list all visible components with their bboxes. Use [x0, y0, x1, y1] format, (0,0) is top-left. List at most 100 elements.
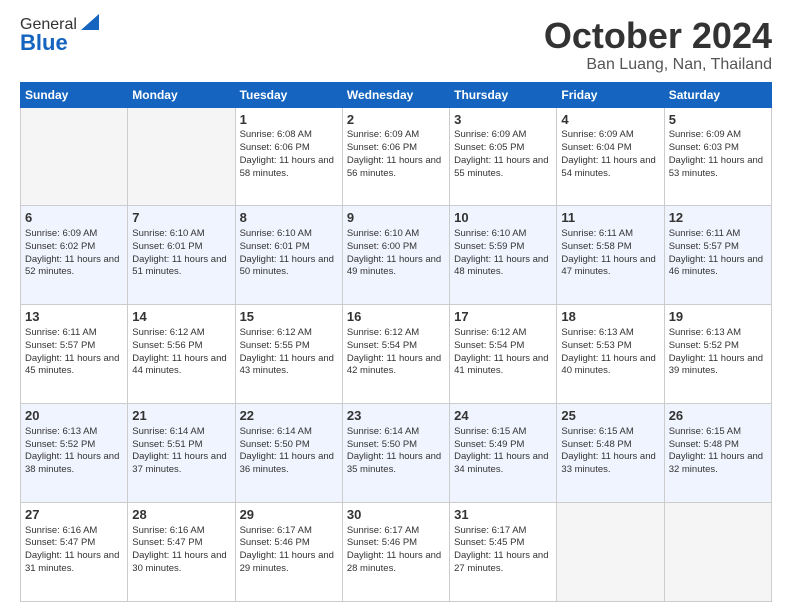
- calendar-cell: 11Sunrise: 6:11 AMSunset: 5:58 PMDayligh…: [557, 206, 664, 305]
- calendar-cell: 2Sunrise: 6:09 AMSunset: 6:06 PMDaylight…: [342, 107, 449, 206]
- day-number: 4: [561, 111, 659, 129]
- day-number: 24: [454, 407, 552, 425]
- calendar-cell: 6Sunrise: 6:09 AMSunset: 6:02 PMDaylight…: [21, 206, 128, 305]
- sun-info: Sunrise: 6:12 AMSunset: 5:54 PMDaylight:…: [347, 327, 445, 378]
- day-number: 15: [240, 308, 338, 326]
- calendar-cell: 10Sunrise: 6:10 AMSunset: 5:59 PMDayligh…: [450, 206, 557, 305]
- calendar-cell: 13Sunrise: 6:11 AMSunset: 5:57 PMDayligh…: [21, 305, 128, 404]
- day-number: 31: [454, 506, 552, 524]
- day-number: 8: [240, 209, 338, 227]
- calendar-body: 1Sunrise: 6:08 AMSunset: 6:06 PMDaylight…: [21, 107, 772, 601]
- day-number: 6: [25, 209, 123, 227]
- day-number: 26: [669, 407, 767, 425]
- calendar-cell: 5Sunrise: 6:09 AMSunset: 6:03 PMDaylight…: [664, 107, 771, 206]
- calendar-cell: 17Sunrise: 6:12 AMSunset: 5:54 PMDayligh…: [450, 305, 557, 404]
- day-number: 20: [25, 407, 123, 425]
- calendar-header: Sunday Monday Tuesday Wednesday Thursday…: [21, 82, 772, 107]
- header: General Blue October 2024 Ban Luang, Nan…: [20, 16, 772, 74]
- month-title: October 2024: [544, 16, 772, 56]
- header-wednesday: Wednesday: [342, 82, 449, 107]
- header-sunday: Sunday: [21, 82, 128, 107]
- header-monday: Monday: [128, 82, 235, 107]
- calendar-cell: 16Sunrise: 6:12 AMSunset: 5:54 PMDayligh…: [342, 305, 449, 404]
- calendar-cell: 14Sunrise: 6:12 AMSunset: 5:56 PMDayligh…: [128, 305, 235, 404]
- logo-icon: [79, 12, 101, 34]
- calendar-cell: 28Sunrise: 6:16 AMSunset: 5:47 PMDayligh…: [128, 503, 235, 602]
- day-number: 21: [132, 407, 230, 425]
- day-number: 19: [669, 308, 767, 326]
- sun-info: Sunrise: 6:09 AMSunset: 6:05 PMDaylight:…: [454, 129, 552, 180]
- header-saturday: Saturday: [664, 82, 771, 107]
- calendar-cell: 24Sunrise: 6:15 AMSunset: 5:49 PMDayligh…: [450, 404, 557, 503]
- day-number: 11: [561, 209, 659, 227]
- header-tuesday: Tuesday: [235, 82, 342, 107]
- day-number: 9: [347, 209, 445, 227]
- page: General Blue October 2024 Ban Luang, Nan…: [0, 0, 792, 612]
- calendar-cell: [664, 503, 771, 602]
- day-number: 17: [454, 308, 552, 326]
- day-number: 23: [347, 407, 445, 425]
- sun-info: Sunrise: 6:17 AMSunset: 5:46 PMDaylight:…: [240, 525, 338, 576]
- header-thursday: Thursday: [450, 82, 557, 107]
- calendar-week-1: 1Sunrise: 6:08 AMSunset: 6:06 PMDaylight…: [21, 107, 772, 206]
- day-number: 5: [669, 111, 767, 129]
- calendar-cell: 19Sunrise: 6:13 AMSunset: 5:52 PMDayligh…: [664, 305, 771, 404]
- calendar-week-3: 13Sunrise: 6:11 AMSunset: 5:57 PMDayligh…: [21, 305, 772, 404]
- day-number: 13: [25, 308, 123, 326]
- day-number: 12: [669, 209, 767, 227]
- day-number: 16: [347, 308, 445, 326]
- calendar-cell: 8Sunrise: 6:10 AMSunset: 6:01 PMDaylight…: [235, 206, 342, 305]
- day-number: 22: [240, 407, 338, 425]
- sun-info: Sunrise: 6:11 AMSunset: 5:58 PMDaylight:…: [561, 228, 659, 279]
- header-friday: Friday: [557, 82, 664, 107]
- sun-info: Sunrise: 6:14 AMSunset: 5:50 PMDaylight:…: [240, 426, 338, 477]
- sun-info: Sunrise: 6:17 AMSunset: 5:46 PMDaylight:…: [347, 525, 445, 576]
- sun-info: Sunrise: 6:09 AMSunset: 6:02 PMDaylight:…: [25, 228, 123, 279]
- sun-info: Sunrise: 6:15 AMSunset: 5:48 PMDaylight:…: [561, 426, 659, 477]
- calendar-cell: [21, 107, 128, 206]
- calendar-cell: 30Sunrise: 6:17 AMSunset: 5:46 PMDayligh…: [342, 503, 449, 602]
- sun-info: Sunrise: 6:10 AMSunset: 5:59 PMDaylight:…: [454, 228, 552, 279]
- calendar-cell: 1Sunrise: 6:08 AMSunset: 6:06 PMDaylight…: [235, 107, 342, 206]
- calendar-cell: 20Sunrise: 6:13 AMSunset: 5:52 PMDayligh…: [21, 404, 128, 503]
- sun-info: Sunrise: 6:13 AMSunset: 5:52 PMDaylight:…: [669, 327, 767, 378]
- calendar-cell: 3Sunrise: 6:09 AMSunset: 6:05 PMDaylight…: [450, 107, 557, 206]
- header-row: Sunday Monday Tuesday Wednesday Thursday…: [21, 82, 772, 107]
- sun-info: Sunrise: 6:11 AMSunset: 5:57 PMDaylight:…: [669, 228, 767, 279]
- calendar-cell: 9Sunrise: 6:10 AMSunset: 6:00 PMDaylight…: [342, 206, 449, 305]
- day-number: 28: [132, 506, 230, 524]
- day-number: 29: [240, 506, 338, 524]
- location: Ban Luang, Nan, Thailand: [544, 56, 772, 74]
- sun-info: Sunrise: 6:09 AMSunset: 6:06 PMDaylight:…: [347, 129, 445, 180]
- sun-info: Sunrise: 6:08 AMSunset: 6:06 PMDaylight:…: [240, 129, 338, 180]
- calendar-cell: 22Sunrise: 6:14 AMSunset: 5:50 PMDayligh…: [235, 404, 342, 503]
- day-number: 10: [454, 209, 552, 227]
- sun-info: Sunrise: 6:12 AMSunset: 5:55 PMDaylight:…: [240, 327, 338, 378]
- calendar-cell: 27Sunrise: 6:16 AMSunset: 5:47 PMDayligh…: [21, 503, 128, 602]
- calendar-cell: 12Sunrise: 6:11 AMSunset: 5:57 PMDayligh…: [664, 206, 771, 305]
- calendar-week-2: 6Sunrise: 6:09 AMSunset: 6:02 PMDaylight…: [21, 206, 772, 305]
- sun-info: Sunrise: 6:17 AMSunset: 5:45 PMDaylight:…: [454, 525, 552, 576]
- sun-info: Sunrise: 6:12 AMSunset: 5:56 PMDaylight:…: [132, 327, 230, 378]
- day-number: 1: [240, 111, 338, 129]
- sun-info: Sunrise: 6:10 AMSunset: 6:00 PMDaylight:…: [347, 228, 445, 279]
- logo-blue-text: Blue: [20, 30, 68, 56]
- calendar: Sunday Monday Tuesday Wednesday Thursday…: [20, 82, 772, 602]
- sun-info: Sunrise: 6:15 AMSunset: 5:48 PMDaylight:…: [669, 426, 767, 477]
- calendar-cell: 26Sunrise: 6:15 AMSunset: 5:48 PMDayligh…: [664, 404, 771, 503]
- calendar-cell: 29Sunrise: 6:17 AMSunset: 5:46 PMDayligh…: [235, 503, 342, 602]
- day-number: 3: [454, 111, 552, 129]
- calendar-cell: 23Sunrise: 6:14 AMSunset: 5:50 PMDayligh…: [342, 404, 449, 503]
- sun-info: Sunrise: 6:09 AMSunset: 6:04 PMDaylight:…: [561, 129, 659, 180]
- title-area: October 2024 Ban Luang, Nan, Thailand: [544, 16, 772, 74]
- calendar-cell: [128, 107, 235, 206]
- calendar-cell: 15Sunrise: 6:12 AMSunset: 5:55 PMDayligh…: [235, 305, 342, 404]
- day-number: 7: [132, 209, 230, 227]
- sun-info: Sunrise: 6:12 AMSunset: 5:54 PMDaylight:…: [454, 327, 552, 378]
- day-number: 18: [561, 308, 659, 326]
- calendar-cell: 31Sunrise: 6:17 AMSunset: 5:45 PMDayligh…: [450, 503, 557, 602]
- sun-info: Sunrise: 6:13 AMSunset: 5:52 PMDaylight:…: [25, 426, 123, 477]
- sun-info: Sunrise: 6:09 AMSunset: 6:03 PMDaylight:…: [669, 129, 767, 180]
- calendar-cell: 21Sunrise: 6:14 AMSunset: 5:51 PMDayligh…: [128, 404, 235, 503]
- calendar-cell: 25Sunrise: 6:15 AMSunset: 5:48 PMDayligh…: [557, 404, 664, 503]
